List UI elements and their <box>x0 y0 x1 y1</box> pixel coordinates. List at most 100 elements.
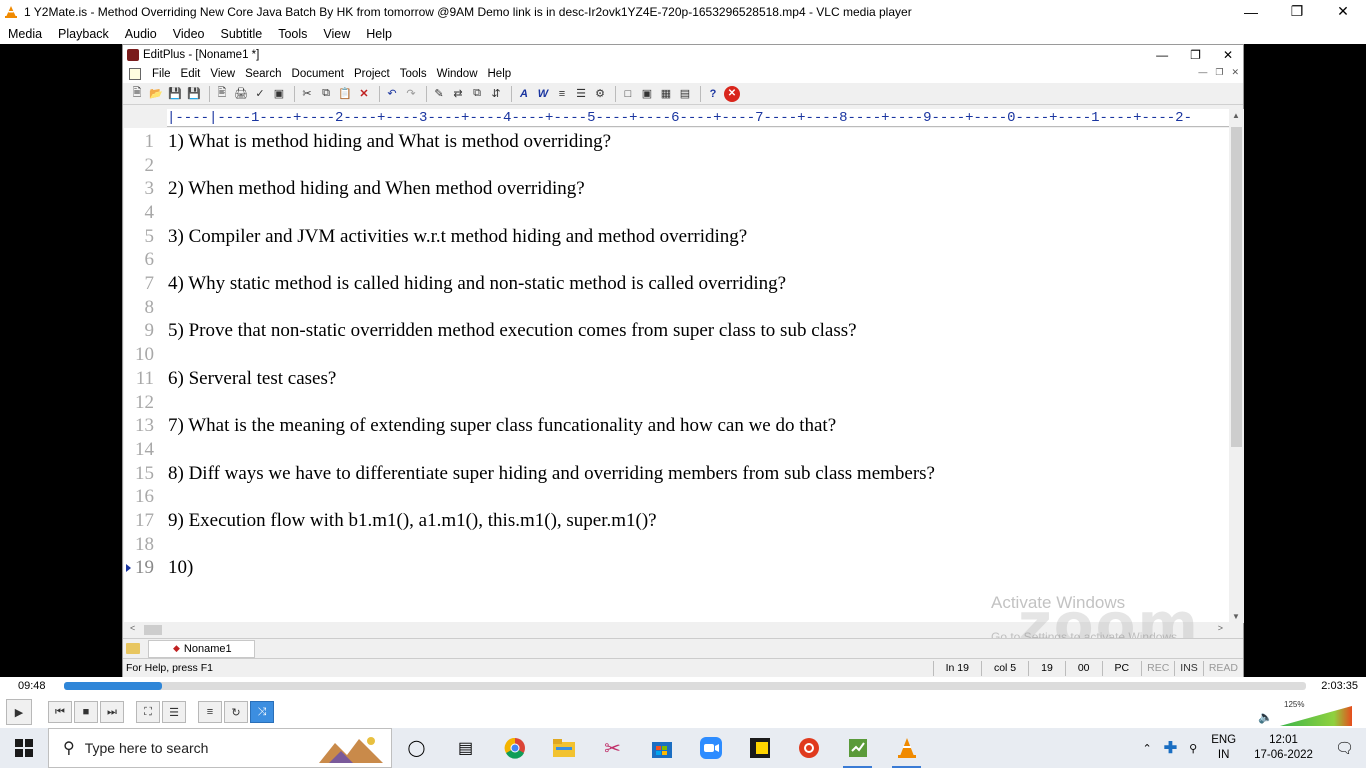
ep-menu-search[interactable]: Search <box>240 68 286 80</box>
editor-line[interactable]: 5 3) Compiler and JVM activities w.r.t me… <box>124 225 1229 249</box>
editor-line[interactable]: 17 9) Execution flow with b1.m1(), a1.m1(… <box>124 509 1229 533</box>
editor-line[interactable]: 18 <box>124 533 1229 557</box>
doc-restore-icon[interactable]: ❐ <box>1215 67 1223 78</box>
copy-icon[interactable]: ⧉ <box>318 86 334 102</box>
language-indicator[interactable]: ENG IN <box>1203 733 1244 763</box>
cortana-icon[interactable]: ◯ <box>392 728 441 768</box>
snipping-tool-icon[interactable]: ✂ <box>588 728 637 768</box>
seek-slider[interactable] <box>64 682 1306 690</box>
save-icon[interactable]: 💾 <box>167 86 183 102</box>
editor-line[interactable]: 4 <box>124 201 1229 225</box>
wifi-icon[interactable]: ⚲ <box>1183 742 1203 755</box>
find-icon[interactable]: ✎ <box>431 86 447 102</box>
replace-icon[interactable]: ⇄ <box>450 86 466 102</box>
shuffle-button[interactable]: ⤨ <box>250 701 274 723</box>
show-hidden-icons-icon[interactable]: ⌃ <box>1137 742 1158 755</box>
ep-menu-file[interactable]: File <box>147 68 176 80</box>
fullscreen-button[interactable]: ⛶ <box>136 701 160 723</box>
file-explorer-icon[interactable] <box>539 728 588 768</box>
menu-media[interactable]: Media <box>0 27 50 41</box>
settings-icon[interactable]: ⚙ <box>592 86 608 102</box>
editor-line[interactable]: 2 <box>124 154 1229 178</box>
next-button[interactable]: ⏭ <box>100 701 124 723</box>
ep-menu-project[interactable]: Project <box>349 68 395 80</box>
editor-line[interactable]: 19 10) <box>124 557 1229 581</box>
open-folder-icon[interactable]: 📂 <box>148 86 164 102</box>
scroll-up-icon[interactable]: ▲ <box>1232 111 1240 120</box>
playlist-button[interactable]: ≡ <box>198 701 222 723</box>
editor-line[interactable]: 3 2) When method hiding and When method o… <box>124 177 1229 201</box>
speaker-icon[interactable]: 🔈 <box>1258 710 1273 724</box>
page-icon[interactable]: ▣ <box>271 86 287 102</box>
horizontal-scroll-thumb[interactable] <box>144 625 162 635</box>
menu-help[interactable]: Help <box>358 27 400 41</box>
scroll-down-icon[interactable]: ▼ <box>1232 612 1240 621</box>
editor-line[interactable]: 10 <box>124 343 1229 367</box>
stop-button[interactable]: ■ <box>74 701 98 723</box>
extended-settings-button[interactable]: ☰ <box>162 701 186 723</box>
browser-icon[interactable]: □ <box>620 86 636 102</box>
menu-view[interactable]: View <box>315 27 358 41</box>
ep-menu-window[interactable]: Window <box>432 68 483 80</box>
ep-minimize-button[interactable]: — <box>1156 48 1168 62</box>
directory-icon[interactable]: ▤ <box>677 86 693 102</box>
ep-menu-edit[interactable]: Edit <box>176 68 206 80</box>
editor-line[interactable]: 12 <box>124 391 1229 415</box>
sticky-notes-icon[interactable] <box>735 728 784 768</box>
ep-menu-tools[interactable]: Tools <box>395 68 432 80</box>
menu-playback[interactable]: Playback <box>50 27 117 41</box>
redo-icon[interactable]: ↷ <box>403 86 419 102</box>
goto-icon[interactable]: ⇵ <box>488 86 504 102</box>
start-button[interactable] <box>0 728 48 768</box>
ep-close-button[interactable]: ✕ <box>1223 48 1233 62</box>
play-button[interactable]: ▶ <box>6 699 32 725</box>
clock[interactable]: 12:01 17-06-2022 <box>1244 733 1323 763</box>
help-icon[interactable]: ? <box>705 86 721 102</box>
vertical-scroll-thumb[interactable] <box>1231 127 1242 447</box>
print-preview-icon[interactable]: 🖹 <box>214 86 230 102</box>
editor-line[interactable]: 6 <box>124 249 1229 273</box>
ep-menu-help[interactable]: Help <box>483 68 517 80</box>
indent-icon[interactable]: ≡ <box>554 86 570 102</box>
paste-icon[interactable]: 📋 <box>337 86 353 102</box>
scroll-left-icon[interactable]: < <box>130 623 135 633</box>
ep-menu-view[interactable]: View <box>205 68 240 80</box>
editor-line[interactable]: 11 6) Serveral test cases? <box>124 367 1229 391</box>
ep-restore-button[interactable]: ❐ <box>1190 48 1201 62</box>
restore-button[interactable]: ❐ <box>1274 0 1320 23</box>
editor-line[interactable]: 7 4) Why static method is called hiding a… <box>124 272 1229 296</box>
menu-audio[interactable]: Audio <box>117 27 165 41</box>
network-plus-icon[interactable]: ✚ <box>1158 738 1183 758</box>
menu-video[interactable]: Video <box>165 27 213 41</box>
text-editor[interactable]: 1 1) What is method hiding and What is me… <box>124 128 1229 622</box>
close-button[interactable]: ✕ <box>1320 0 1366 23</box>
minimize-button[interactable]: — <box>1228 0 1274 23</box>
line-numbers-icon[interactable]: ☰ <box>573 86 589 102</box>
loop-button[interactable]: ↻ <box>224 701 248 723</box>
vertical-scrollbar[interactable]: ▲ ▼ <box>1229 109 1244 623</box>
editplus-taskbar-icon[interactable] <box>833 728 882 768</box>
print-icon[interactable]: 🖨 <box>233 86 249 102</box>
chrome-icon[interactable] <box>490 728 539 768</box>
save-all-icon[interactable]: 💾 <box>186 86 202 102</box>
editor-line[interactable]: 13 7) What is the meaning of extending su… <box>124 414 1229 438</box>
editor-line[interactable]: 1 1) What is method hiding and What is me… <box>124 130 1229 154</box>
zoom-app-icon[interactable] <box>686 728 735 768</box>
output-window-icon[interactable]: ▣ <box>639 86 655 102</box>
stop-icon[interactable]: ✕ <box>724 85 740 102</box>
clipboard-icon[interactable]: ⧉ <box>469 86 485 102</box>
volume-control[interactable]: 🔈 125% <box>1258 700 1358 726</box>
undo-icon[interactable]: ↶ <box>384 86 400 102</box>
doc-minimize-icon[interactable]: — <box>1198 67 1207 78</box>
font-icon[interactable]: A <box>516 86 532 102</box>
word-wrap-icon[interactable]: W <box>535 86 551 102</box>
screen-recorder-icon[interactable] <box>784 728 833 768</box>
cut-icon[interactable]: ✂ <box>299 86 315 102</box>
vlc-taskbar-icon[interactable] <box>882 728 931 768</box>
ep-menu-document[interactable]: Document <box>287 68 349 80</box>
editor-line[interactable]: 9 5) Prove that non-static overridden met… <box>124 320 1229 344</box>
tab-noname1[interactable]: ◆ Noname1 <box>148 639 255 658</box>
delete-icon[interactable]: ✕ <box>356 86 372 102</box>
new-file-icon[interactable]: 🗎 <box>129 86 145 102</box>
editor-line[interactable]: 8 <box>124 296 1229 320</box>
